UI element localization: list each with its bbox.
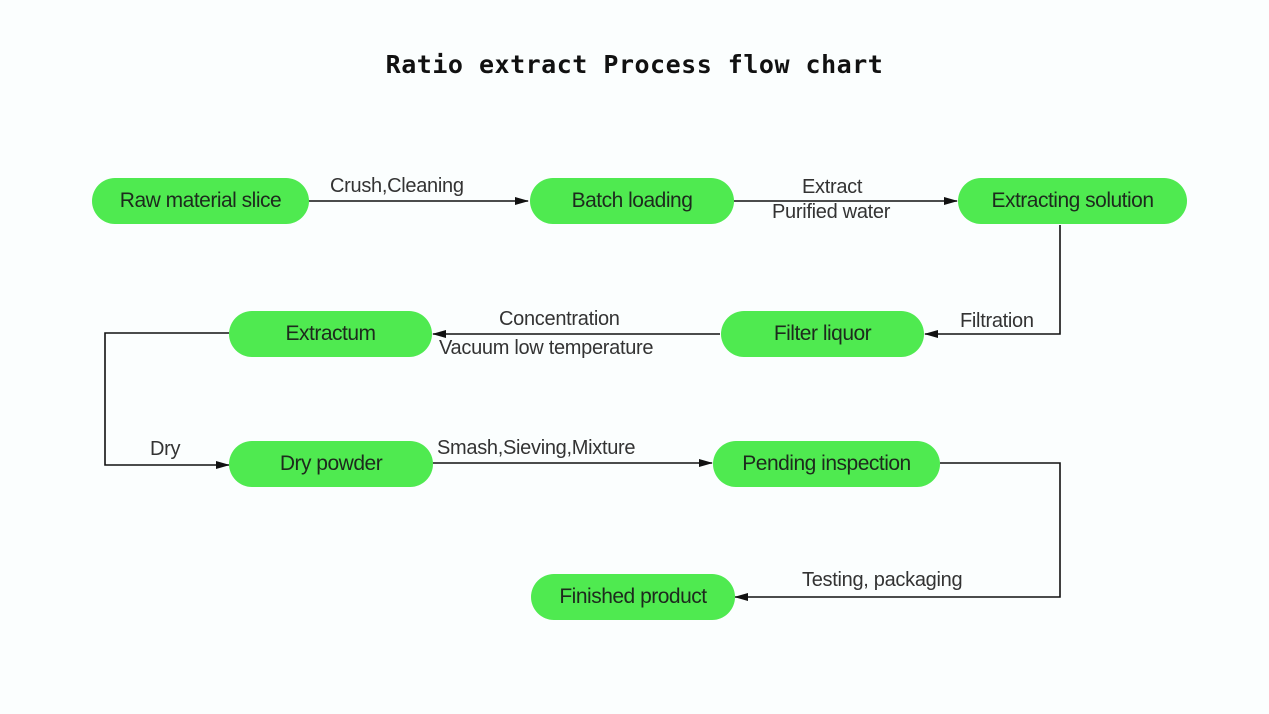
node-finished-product: Finished product xyxy=(531,574,735,620)
node-extractum: Extractum xyxy=(229,311,432,357)
node-extracting-solution: Extracting solution xyxy=(958,178,1187,224)
node-pending-inspection: Pending inspection xyxy=(713,441,940,487)
edge-label-filtration: Filtration xyxy=(960,310,1034,332)
edge-label-testing-packaging: Testing, packaging xyxy=(802,569,963,591)
node-raw-material-slice: Raw material slice xyxy=(92,178,309,224)
edge-label-dry: Dry xyxy=(150,438,181,460)
node-batch-loading: Batch loading xyxy=(530,178,734,224)
edge-label-crush-cleaning: Crush,Cleaning xyxy=(330,175,464,197)
edge-label-extract: Extract xyxy=(802,176,863,198)
node-filter-liquor: Filter liquor xyxy=(721,311,924,357)
edge-label-smash-sieving-mixture: Smash,Sieving,Mixture xyxy=(437,437,636,459)
edge-label-purified-water: Purified water xyxy=(772,201,891,223)
edge-label-vacuum-low-temperature: Vacuum low temperature xyxy=(439,337,654,359)
node-dry-powder: Dry powder xyxy=(229,441,433,487)
edge-label-concentration: Concentration xyxy=(499,308,620,330)
